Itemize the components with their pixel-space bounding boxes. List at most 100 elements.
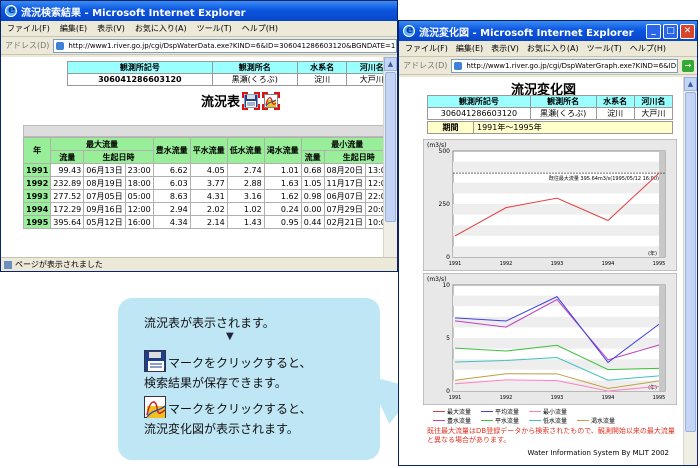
legend-row: 最大流量 平均流量 最小流量 (427, 407, 677, 416)
table-cell: 0.95 (263, 215, 302, 229)
col-normal: 平水流量 (189, 137, 228, 164)
x-tick-label: 1995 (653, 395, 666, 401)
table-cell: 2.14 (189, 215, 228, 229)
x-tick-label: 1995 (653, 261, 666, 267)
menu-tools[interactable]: ツール(T) (197, 23, 232, 34)
table-cell: 10:00 (364, 215, 383, 229)
period-label: 期間 (427, 121, 474, 134)
vertical-scrollbar[interactable]: ▲ (683, 77, 697, 465)
info-header: 河川名 (346, 61, 383, 74)
table-cell: 1.02 (226, 202, 265, 216)
window-titlebar[interactable]: 流況検索結果 - Microsoft Internet Explorer (1, 1, 397, 21)
table-row: 1991 99.43 06月13日 23:00 6.62 4.05 2.74 1.01 0.68… (22, 163, 383, 177)
plot-edge-band (659, 151, 665, 257)
page-content: 観測所記号 観測所名 水系名 河川名 306041286603120 黒瀬(くろ… (1, 57, 383, 257)
table-row: 1994 172.29 09月16日 12:00 2.94 2.02 1.02 0.24 0.0… (22, 202, 383, 216)
legend-item: 低水流量 (529, 416, 567, 425)
scroll-up-button[interactable]: ▲ (384, 57, 397, 71)
go-arrow-icon[interactable]: → (682, 59, 694, 72)
x-tick-label: 1994 (602, 395, 615, 401)
table-cell: 6.62 (152, 163, 191, 177)
menu-help[interactable]: ヘルプ(H) (242, 23, 278, 34)
menu-tools[interactable]: ツール(T) (587, 43, 622, 54)
table-cell: 08月19日 (83, 176, 126, 190)
table-cell: 4.05 (189, 163, 228, 177)
scroll-thumb[interactable] (685, 92, 696, 432)
menu-file[interactable]: ファイル(F) (405, 43, 448, 54)
table-cell: 2.94 (152, 202, 191, 216)
minimize-button[interactable]: _ (646, 23, 661, 39)
table-cell: 0.68 (300, 163, 325, 177)
station-info-table: 観測所記号 観測所名 水系名 河川名 306041286603120 黒瀬(くろ… (427, 95, 674, 120)
legend-row: 豊水流量 平水流量 低水流量 渇水流量 (427, 416, 677, 425)
callout-graph-chart-icon (144, 396, 166, 418)
table-cell: 07月29日 (323, 202, 366, 216)
menu-file[interactable]: ファイル(F) (7, 23, 50, 34)
col-drought: 渇水流量 (263, 137, 302, 164)
menu-edit[interactable]: 編集(E) (60, 23, 87, 34)
info-cell: 大戸川 (346, 73, 383, 86)
table-cell: 2.88 (226, 176, 265, 190)
col-max-flow: 流量 (50, 150, 85, 164)
address-bar: アドレス(D) http://www1.river.go.jp/cgi/DspW… (399, 57, 697, 75)
y-tick-label: 5 (446, 335, 450, 342)
y-tick-label: 250 (439, 201, 451, 208)
table-row: 1993 277.52 07月05日 05:00 8.63 4.31 3.16 1.62 0.9… (22, 189, 383, 203)
table-row: 1992 232.89 08月19日 18:00 6.03 3.77 2.88 1.63 1.0… (22, 176, 383, 190)
warning-note: 既往最大流量はDB登録データから検索されたもので、観測開始以来の最大流量と異なる… (427, 427, 675, 444)
station-info-table: 観測所記号 観測所名 水系名 河川名 306041286603120 黒瀬(くろ… (67, 61, 383, 86)
legend-item: 最小流量 (529, 407, 567, 416)
col-min-group: 最小流量 (300, 137, 383, 151)
info-header: 水系名 (595, 95, 635, 108)
menu-edit[interactable]: 編集(E) (456, 43, 483, 54)
y-tick-label: 0 (446, 388, 450, 395)
scroll-thumb[interactable] (385, 72, 396, 222)
menu-favorites[interactable]: お気に入り(A) (527, 43, 579, 54)
table-cell: 99.43 (50, 163, 85, 177)
info-header: 水系名 (296, 61, 348, 74)
x-tick-label: 1993 (551, 261, 564, 267)
menu-view[interactable]: 表示(V) (491, 43, 519, 54)
table-cell: 1.01 (263, 163, 302, 177)
reference-note: 既往最大流量 395.64m3/s(1995/05/12 16:00) (549, 175, 659, 182)
maximize-button[interactable]: □ (663, 23, 678, 39)
table-cell: 172.29 (50, 202, 85, 216)
callout-save-floppy-icon (144, 350, 166, 372)
address-label: アドレス(D) (5, 41, 50, 50)
flow-table: 年 最大流量 豊水流量 平水流量 低水流量 渇水流量 最小流量 平 流量 生起日… (22, 137, 383, 229)
address-input[interactable]: http://www1.river.go.jp/cgi/DspWaterData… (53, 38, 397, 53)
menu-help[interactable]: ヘルプ(H) (630, 43, 666, 54)
menu-view[interactable]: 表示(V) (97, 23, 125, 34)
row-year: 1991 (22, 163, 52, 177)
window-title: 流況変化図 - Microsoft Internet Explorer (419, 27, 634, 39)
menu-favorites[interactable]: お気に入り(A) (135, 23, 187, 34)
table-cell: 20:00 (364, 202, 383, 216)
table-cell: 22:00 (364, 189, 383, 203)
info-cell: 306041286603120 (67, 73, 213, 86)
info-header: 河川名 (633, 95, 674, 108)
menu-bar: ファイル(F) 編集(E) 表示(V) お気に入り(A) ツール(T) ヘルプ(… (399, 41, 697, 57)
info-cell: 黒瀬(くろぶ) (529, 107, 597, 120)
footer-credit: Water Information System By MLIT 2002 (527, 449, 669, 457)
x-tick-label: 1994 (602, 261, 615, 267)
x-tick-label: 1992 (500, 395, 513, 401)
table-cell: 0.00 (300, 202, 325, 216)
col-min-datetime: 生起日時 (323, 150, 383, 164)
graph-chart-icon[interactable] (262, 91, 281, 110)
table-cell: 08月20日 (323, 163, 366, 177)
scroll-up-button[interactable]: ▲ (684, 77, 697, 91)
table-cell: 4.34 (152, 215, 191, 229)
table-cell: 6.03 (152, 176, 191, 190)
vertical-scrollbar[interactable]: ▲ (383, 57, 397, 257)
address-input[interactable]: http://www1.river.go.jp/cgi/DspWaterGrap… (451, 58, 678, 73)
info-header: 観測所記号 (427, 95, 531, 108)
col-max-datetime: 生起日時 (83, 150, 154, 164)
window-titlebar[interactable]: 流況変化図 - Microsoft Internet Explorer _ □ … (399, 21, 697, 41)
table-cell: 05:00 (124, 189, 154, 203)
close-button[interactable]: ✕ (680, 23, 695, 39)
col-low: 低水流量 (226, 137, 265, 164)
table-cell: 2.02 (189, 202, 228, 216)
save-floppy-icon[interactable] (242, 91, 261, 110)
x-unit-label: (年) (648, 250, 657, 257)
search-result-window: 流況検索結果 - Microsoft Internet Explorer ファイ… (0, 0, 398, 272)
